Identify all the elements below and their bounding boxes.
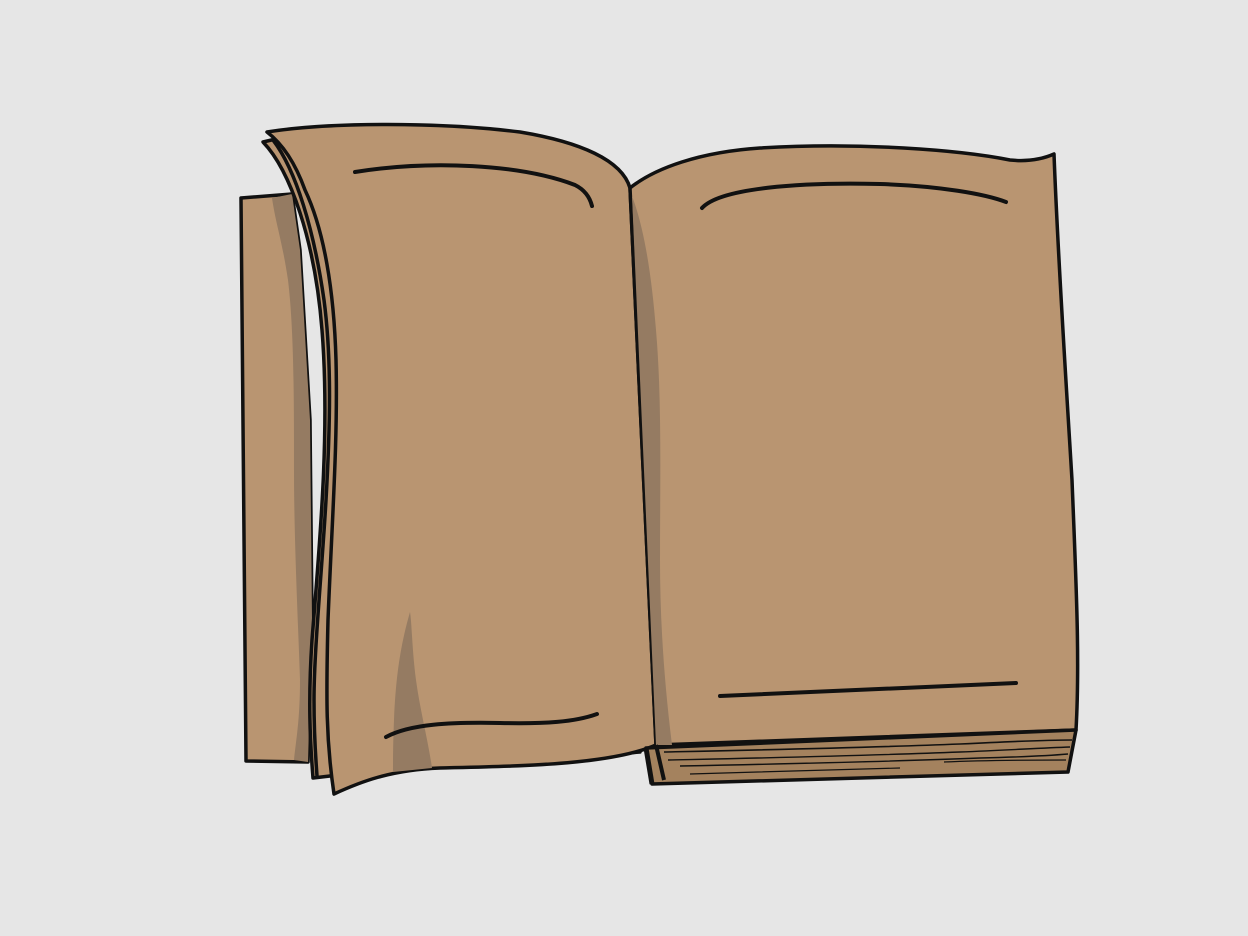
- open-book-icon: [0, 0, 1248, 936]
- illustration-canvas: [0, 0, 1248, 936]
- back-cover: [239, 192, 314, 764]
- right-page: [628, 144, 1080, 747]
